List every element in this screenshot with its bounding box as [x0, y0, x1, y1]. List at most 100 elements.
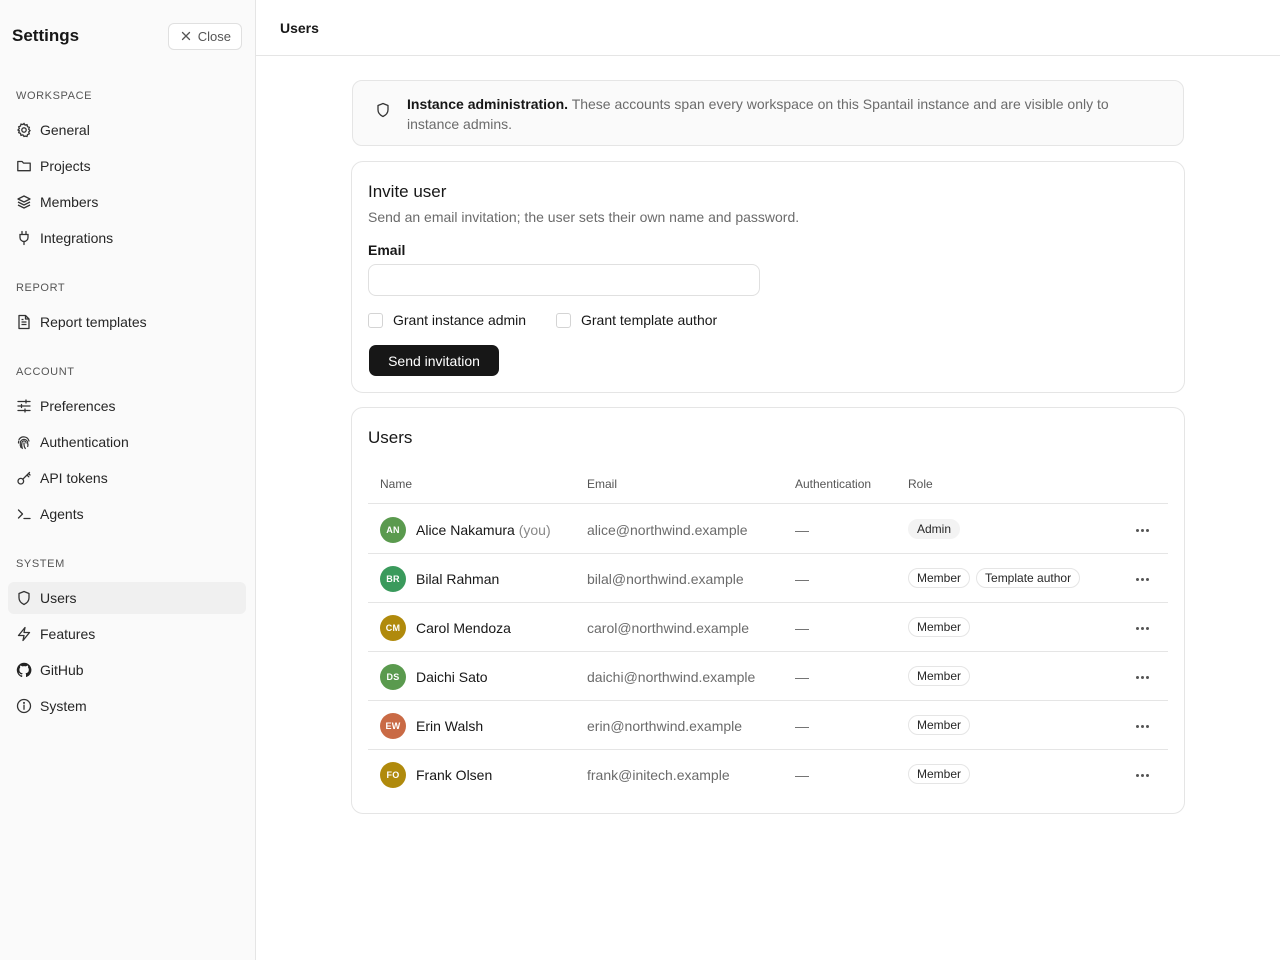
checkbox-box[interactable]: [556, 312, 571, 328]
role-badge: Admin: [908, 519, 961, 539]
checkbox-box[interactable]: [368, 312, 383, 328]
close-button[interactable]: Close: [167, 22, 242, 50]
gear-icon: [16, 122, 31, 138]
user-email: bilal@northwind.example: [587, 571, 744, 587]
sidebar-item-members[interactable]: Members: [8, 186, 246, 218]
column-header-authentication: Authentication: [795, 477, 872, 491]
user-authentication: —: [795, 571, 809, 587]
table-row: BR Bilal Rahman bilal@northwind.example — Me…: [368, 554, 1168, 603]
settings-sidebar: Settings Close Workspace General Project…: [0, 0, 256, 960]
grant-template-author-checkbox[interactable]: Grant template author: [556, 312, 717, 328]
plug-icon: [19, 230, 29, 246]
column-header-role: Role: [908, 477, 933, 491]
sidebar-item-label: API tokens: [40, 470, 108, 486]
sidebar-item-label: Integrations: [40, 230, 114, 246]
avatar: CM: [380, 615, 406, 641]
section-label-report: Report: [16, 282, 66, 294]
close-icon: [181, 31, 190, 41]
user-name-text: Alice Nakamura: [416, 522, 515, 538]
sidebar-item-projects[interactable]: Projects: [8, 150, 246, 182]
page-header: Users: [256, 0, 1280, 56]
sliders-icon: [17, 399, 31, 413]
notice-title: Instance administration.: [407, 96, 569, 112]
user-email: erin@northwind.example: [587, 718, 743, 734]
sidebar-item-label: GitHub: [40, 662, 84, 678]
sidebar-item-label: Report templates: [40, 314, 147, 330]
email-input[interactable]: [368, 264, 760, 296]
role-badge: Member: [908, 715, 971, 735]
sidebar-item-github[interactable]: GitHub: [8, 654, 246, 686]
table-row: AN Alice Nakamura (you) alice@northwind.ex…: [368, 505, 1168, 554]
sidebar-item-preferences[interactable]: Preferences: [8, 390, 246, 422]
sidebar-item-integrations[interactable]: Integrations: [8, 222, 246, 254]
row-actions-menu-icon[interactable]: [1130, 668, 1154, 686]
role-badge: Member: [908, 764, 971, 784]
user-authentication: —: [795, 718, 809, 734]
avatar: DS: [380, 664, 406, 690]
checkbox-label: Grant instance admin: [393, 312, 527, 328]
user-email: frank@initech.example: [587, 767, 730, 783]
sidebar-item-label: System: [40, 698, 87, 714]
user-authentication: —: [795, 767, 809, 783]
row-actions-menu-icon[interactable]: [1130, 521, 1154, 539]
row-actions-menu-icon[interactable]: [1130, 717, 1154, 735]
users-card: Users Name Email Authentication Role AN A…: [351, 407, 1185, 814]
table-row: DS Daichi Sato daichi@northwind.example — Me…: [368, 652, 1168, 701]
sidebar-item-features[interactable]: Features: [8, 618, 246, 650]
avatar: EW: [380, 713, 406, 739]
layers-icon: [17, 195, 31, 209]
terminal-icon: [17, 509, 31, 520]
user-authentication: —: [795, 620, 809, 636]
table-row: FO Frank Olsen frank@initech.example — Membe…: [368, 750, 1168, 799]
avatar: FO: [380, 762, 406, 788]
checkbox-label: Grant template author: [581, 312, 718, 328]
user-name-text: Carol Mendoza: [416, 620, 511, 636]
sidebar-item-agents[interactable]: Agents: [8, 498, 246, 530]
sidebar-item-label: Authentication: [40, 434, 129, 450]
zap-icon: [17, 626, 31, 642]
column-header-email: Email: [587, 477, 618, 491]
avatar: BR: [380, 566, 406, 592]
info-icon: [16, 698, 32, 714]
key-icon: [17, 471, 31, 485]
users-title: Users: [368, 428, 413, 447]
user-roles: Member: [908, 617, 971, 637]
role-badge: Template author: [976, 568, 1081, 588]
sidebar-item-report-templates[interactable]: Report templates: [8, 306, 246, 338]
sidebar-item-label: Projects: [40, 158, 91, 174]
row-actions-menu-icon[interactable]: [1130, 619, 1154, 637]
fingerprint-icon: [17, 436, 30, 450]
invite-subtitle: Send an email invitation; the user sets …: [368, 209, 800, 225]
user-authentication: —: [795, 522, 809, 538]
sidebar-item-api-tokens[interactable]: API tokens: [8, 462, 246, 494]
role-badge: Member: [908, 568, 971, 588]
role-badge: Member: [908, 666, 971, 686]
sidebar-item-label: Preferences: [40, 398, 116, 414]
user-authentication: —: [795, 669, 809, 685]
section-label-workspace: Workspace: [16, 90, 93, 102]
table-row: EW Erin Walsh erin@northwind.example — Membe…: [368, 701, 1168, 750]
section-label-account: Account: [16, 366, 75, 378]
user-name-text: Erin Walsh: [416, 718, 484, 734]
user-email: carol@northwind.example: [587, 620, 750, 636]
row-actions-menu-icon[interactable]: [1130, 766, 1154, 784]
column-header-name: Name: [380, 477, 413, 491]
user-name: Daichi Sato: [416, 669, 488, 685]
invite-user-card: Invite user Send an email invitation; th…: [351, 161, 1185, 393]
avatar: AN: [380, 517, 406, 543]
sidebar-item-general[interactable]: General: [8, 114, 246, 146]
user-name-text: Frank Olsen: [416, 767, 493, 783]
sidebar-item-label: Agents: [40, 506, 84, 522]
close-label: Close: [197, 28, 231, 44]
row-actions-menu-icon[interactable]: [1130, 570, 1154, 588]
sidebar-item-authentication[interactable]: Authentication: [8, 426, 246, 458]
sidebar-item-label: Members: [40, 194, 99, 210]
page-title: Users: [280, 19, 319, 36]
sidebar-item-system[interactable]: System: [8, 690, 246, 722]
role-badge: Member: [908, 617, 971, 637]
send-invitation-button[interactable]: Send invitation: [369, 345, 499, 376]
sidebar-title: Settings: [12, 26, 80, 45]
grant-instance-admin-checkbox[interactable]: Grant instance admin: [368, 312, 526, 328]
sidebar-item-users[interactable]: Users: [8, 582, 246, 614]
user-roles: Member: [908, 764, 971, 784]
